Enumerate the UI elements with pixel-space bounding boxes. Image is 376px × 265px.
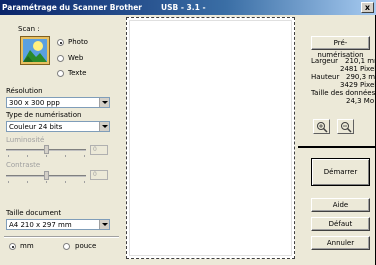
slider-tick (46, 181, 47, 183)
help-button-label: Aide (332, 201, 349, 209)
contrast-value-box[interactable]: 0 (90, 170, 108, 180)
title-bar[interactable]: Paramétrage du Scanner Brother USB - 3.1… (0, 0, 376, 15)
height-px-value: 3429 Pixel (340, 81, 376, 89)
scan-web-radio[interactable] (57, 55, 64, 62)
document-size-select[interactable]: A4 210 x 297 mm (6, 219, 110, 230)
height-mm-value: 290,3 mm (346, 73, 376, 81)
close-button[interactable]: x (361, 2, 374, 13)
scan-type-value: Couleur 24 bits (9, 123, 63, 131)
divider (4, 236, 119, 238)
start-button[interactable]: Démarrer (311, 158, 370, 186)
scan-text-label: Texte (68, 69, 87, 77)
resolution-label: Résolution (6, 87, 43, 95)
chevron-down-icon (99, 220, 109, 229)
zoom-out-icon (341, 122, 352, 133)
zoom-out-button[interactable] (337, 119, 354, 134)
scan-web-label: Web (68, 54, 84, 62)
slider-tick (27, 181, 28, 183)
data-size-value: 24,3 Mo (346, 97, 375, 105)
slider-tick (8, 155, 9, 157)
brightness-value-box[interactable]: 0 (90, 145, 108, 155)
cancel-button[interactable]: Annuler (311, 236, 370, 250)
slider-tick (84, 155, 85, 157)
slider-tick (84, 181, 85, 183)
document-size-value: A4 210 x 297 mm (9, 221, 72, 229)
resolution-select[interactable]: 300 x 300 ppp (6, 97, 110, 108)
data-size-label: Taille des données: (311, 89, 376, 97)
unit-mm-radio[interactable] (9, 243, 16, 250)
scan-preview-page (129, 20, 292, 256)
window-title-suffix: USB - 3.1 - (161, 3, 206, 12)
chevron-down-icon (99, 122, 109, 131)
scan-label: Scan : (18, 25, 40, 33)
document-size-label: Taille document (6, 209, 62, 217)
scan-photo-radio[interactable] (57, 39, 64, 46)
prescan-button[interactable]: Pré-numérisation (311, 36, 370, 59)
brightness-slider-thumb[interactable] (44, 145, 49, 154)
scan-text-radio[interactable] (57, 70, 64, 77)
photo-scan-icon (20, 36, 50, 65)
window-title: Paramétrage du Scanner Brother (2, 3, 143, 12)
slider-tick (27, 155, 28, 157)
divider (298, 146, 376, 148)
contrast-label: Contraste (6, 161, 41, 169)
unit-inch-label: pouce (75, 242, 97, 250)
cancel-button-label: Annuler (326, 239, 355, 247)
zoom-in-icon (317, 122, 328, 133)
width-label: Largeur (311, 57, 339, 65)
height-label: Hauteur (311, 73, 340, 81)
contrast-slider-thumb[interactable] (44, 171, 49, 180)
help-button[interactable]: Aide (311, 198, 370, 212)
default-button-label: Défaut (328, 220, 353, 228)
resolution-value: 300 x 300 ppp (9, 99, 60, 107)
start-button-label: Démarrer (323, 168, 358, 176)
slider-tick (46, 155, 47, 157)
scan-photo-label: Photo (68, 38, 88, 46)
width-px-value: 2481 Pixel (340, 65, 376, 73)
scanner-settings-window: Paramétrage du Scanner Brother USB - 3.1… (0, 0, 376, 265)
scan-preview-area[interactable] (126, 17, 295, 259)
width-mm-value: 210,1 mm (345, 57, 376, 65)
brightness-label: Luminosité (6, 136, 45, 144)
slider-tick (65, 181, 66, 183)
unit-inch-radio[interactable] (63, 243, 70, 250)
close-icon: x (364, 3, 371, 12)
scan-type-select[interactable]: Couleur 24 bits (6, 121, 110, 132)
slider-tick (65, 155, 66, 157)
default-button[interactable]: Défaut (311, 217, 370, 231)
unit-mm-label: mm (20, 242, 34, 250)
zoom-in-button[interactable] (313, 119, 330, 134)
slider-tick (8, 181, 9, 183)
chevron-down-icon (99, 98, 109, 107)
scan-type-label: Type de numérisation (6, 111, 82, 119)
